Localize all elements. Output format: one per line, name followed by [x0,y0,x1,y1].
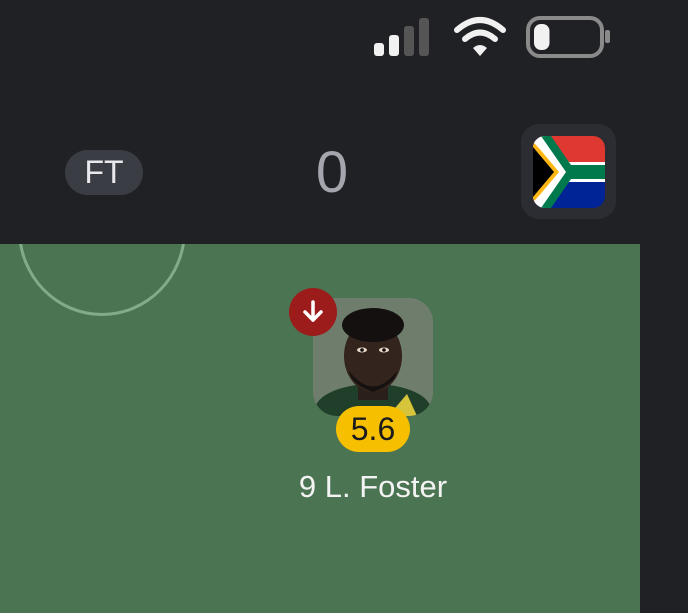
arrow-down-icon [303,300,323,322]
match-status-badge: FT [65,150,143,195]
center-circle [18,244,186,316]
battery-icon [526,16,610,58]
player-rating-badge: 5.6 [336,406,410,452]
substituted-off-badge [289,288,337,336]
south-africa-flag-icon [533,136,605,208]
wifi-icon [454,17,506,56]
team-score: 0 [315,140,349,205]
side-panel-edge [640,244,688,613]
team-flag-button[interactable] [521,124,616,219]
status-bar [0,0,688,80]
player-name-label[interactable]: 9 L. Foster [250,466,496,508]
cellular-signal-icon [374,18,429,56]
